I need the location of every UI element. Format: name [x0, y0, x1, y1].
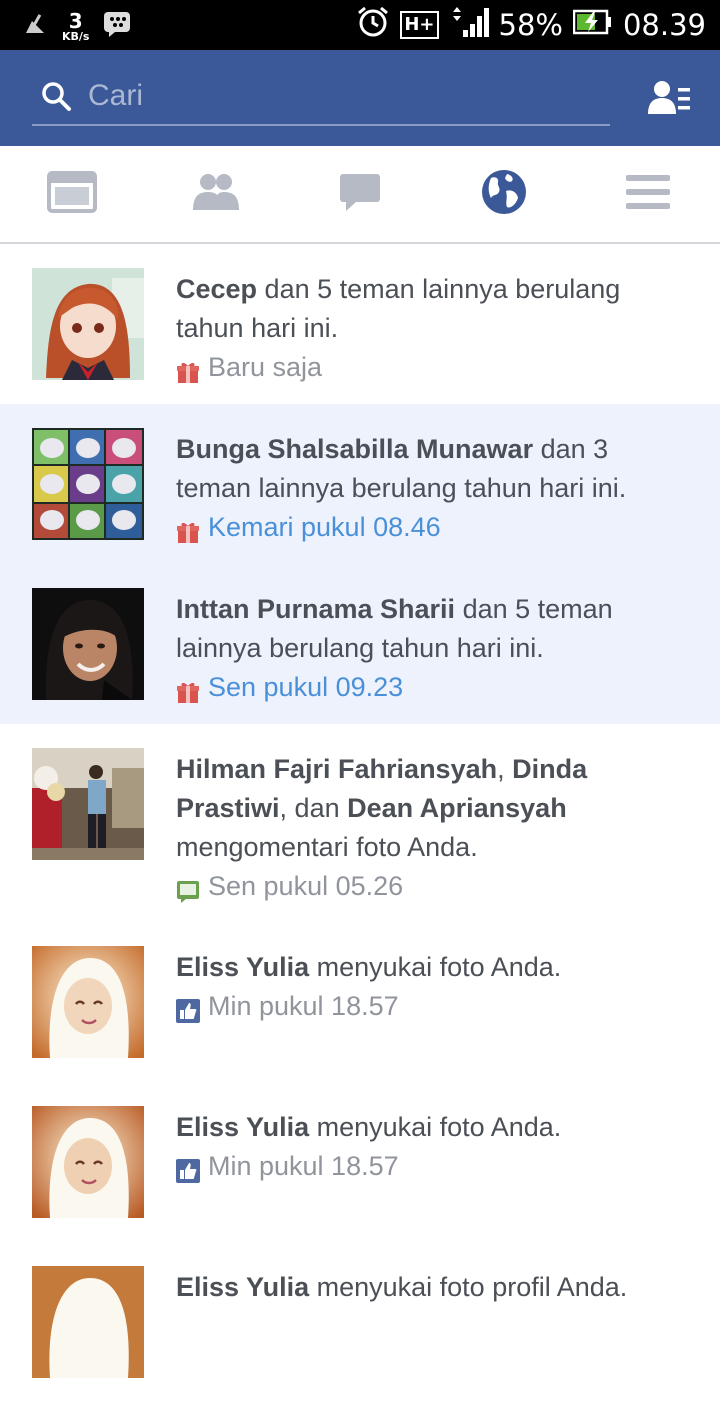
notification-item[interactable]: Bunga Shalsabilla Munawar dan 3 teman la… — [0, 404, 720, 564]
notification-item[interactable]: Eliss Yulia menyukai foto Anda. Min puku… — [0, 922, 720, 1082]
notification-meta: Min pukul 18.57 — [176, 987, 690, 1026]
like-icon — [176, 1155, 200, 1183]
tab-friends[interactable] — [144, 146, 288, 242]
tab-messages[interactable] — [288, 146, 432, 242]
actor-name[interactable]: Eliss Yulia — [176, 952, 309, 982]
notification-text: Cecep dan 5 teman lainnya berulang tahun… — [176, 274, 621, 343]
notification-time: Min pukul 18.57 — [208, 991, 399, 1021]
actor-name[interactable]: Inttan Purnama Sharii — [176, 594, 455, 624]
menu-icon — [625, 174, 671, 215]
tab-notifications[interactable] — [432, 146, 576, 242]
clock: 08.39 — [622, 8, 706, 42]
notification-time: Min pukul 18.57 — [208, 1151, 399, 1181]
like-icon — [176, 995, 200, 1023]
globe-icon — [481, 169, 527, 220]
tab-more[interactable] — [576, 146, 720, 242]
actor-name[interactable]: Hilman Fajri Fahriansyah — [176, 754, 497, 784]
battery-percent: 58% — [498, 8, 563, 42]
notification-meta: Sen pukul 05.26 — [176, 867, 690, 906]
friends-icon — [191, 172, 241, 217]
notification-text: Eliss Yulia menyukai foto profil Anda. — [176, 1272, 628, 1302]
notification-meta: Baru saja — [176, 348, 690, 387]
tab-news-feed[interactable] — [0, 146, 144, 242]
status-bar: 3 KB/s H+ 58% 08.39 — [0, 0, 720, 50]
actor-name[interactable]: Eliss Yulia — [176, 1272, 309, 1302]
notification-time: Baru saja — [208, 352, 323, 382]
network-speed: 3 KB/s — [62, 11, 89, 42]
gift-icon — [176, 516, 200, 543]
avatar[interactable] — [32, 588, 144, 700]
battery-charging-icon — [572, 8, 613, 43]
notification-text: Bunga Shalsabilla Munawar dan 3 teman la… — [176, 434, 627, 503]
comment-icon — [176, 875, 200, 903]
actor-name[interactable]: Cecep — [176, 274, 257, 304]
notification-item[interactable]: Inttan Purnama Sharii dan 5 teman lainny… — [0, 564, 720, 724]
notification-text: Hilman Fajri Fahriansyah, Dinda Prastiwi… — [176, 754, 588, 862]
notification-item[interactable]: Hilman Fajri Fahriansyah, Dinda Prastiwi… — [0, 724, 720, 922]
actor-name[interactable]: Eliss Yulia — [176, 1112, 309, 1142]
speed-unit: KB/s — [62, 29, 90, 43]
notification-meta: Sen pukul 09.23 — [176, 668, 690, 707]
cleaner-icon — [22, 11, 48, 41]
notification-text: Eliss Yulia menyukai foto Anda. — [176, 952, 562, 982]
bbm-icon — [103, 10, 131, 42]
actor-name[interactable]: Dean Apriansyah — [347, 793, 567, 823]
friend-list-icon[interactable] — [648, 80, 692, 121]
signal-icon — [449, 6, 489, 45]
gift-icon — [176, 356, 200, 383]
speed-value: 3 — [68, 8, 83, 33]
notification-list: Cecep dan 5 teman lainnya berulang tahun… — [0, 244, 720, 1402]
gift-icon — [176, 676, 200, 703]
actor-name[interactable]: Bunga Shalsabilla Munawar — [176, 434, 533, 464]
notification-meta: Min pukul 18.57 — [176, 1147, 690, 1186]
network-type: H+ — [400, 11, 439, 39]
tab-bar — [0, 146, 720, 244]
avatar[interactable] — [32, 268, 144, 380]
search-header — [0, 50, 720, 146]
avatar[interactable] — [32, 428, 144, 540]
notification-text: Eliss Yulia menyukai foto Anda. — [176, 1112, 562, 1142]
avatar[interactable] — [32, 1266, 144, 1378]
notification-time: Sen pukul 09.23 — [208, 672, 404, 702]
notification-item[interactable]: Cecep dan 5 teman lainnya berulang tahun… — [0, 244, 720, 404]
alarm-icon — [356, 5, 390, 46]
news-feed-icon — [47, 170, 97, 218]
notification-text: Inttan Purnama Sharii dan 5 teman lainny… — [176, 594, 613, 663]
search-box[interactable] — [32, 76, 610, 126]
search-icon[interactable] — [40, 80, 72, 117]
notification-meta: Kemari pukul 08.46 — [176, 508, 690, 547]
avatar[interactable] — [32, 946, 144, 1058]
notification-time: Sen pukul 05.26 — [208, 871, 404, 901]
search-input[interactable] — [88, 76, 588, 116]
avatar[interactable] — [32, 748, 144, 860]
notification-item[interactable]: Eliss Yulia menyukai foto Anda. Min puku… — [0, 1082, 720, 1242]
notification-time: Kemari pukul 08.46 — [208, 512, 441, 542]
chat-bubble-icon — [338, 172, 382, 217]
avatar[interactable] — [32, 1106, 144, 1218]
notification-item[interactable]: Eliss Yulia menyukai foto profil Anda. — [0, 1242, 720, 1402]
